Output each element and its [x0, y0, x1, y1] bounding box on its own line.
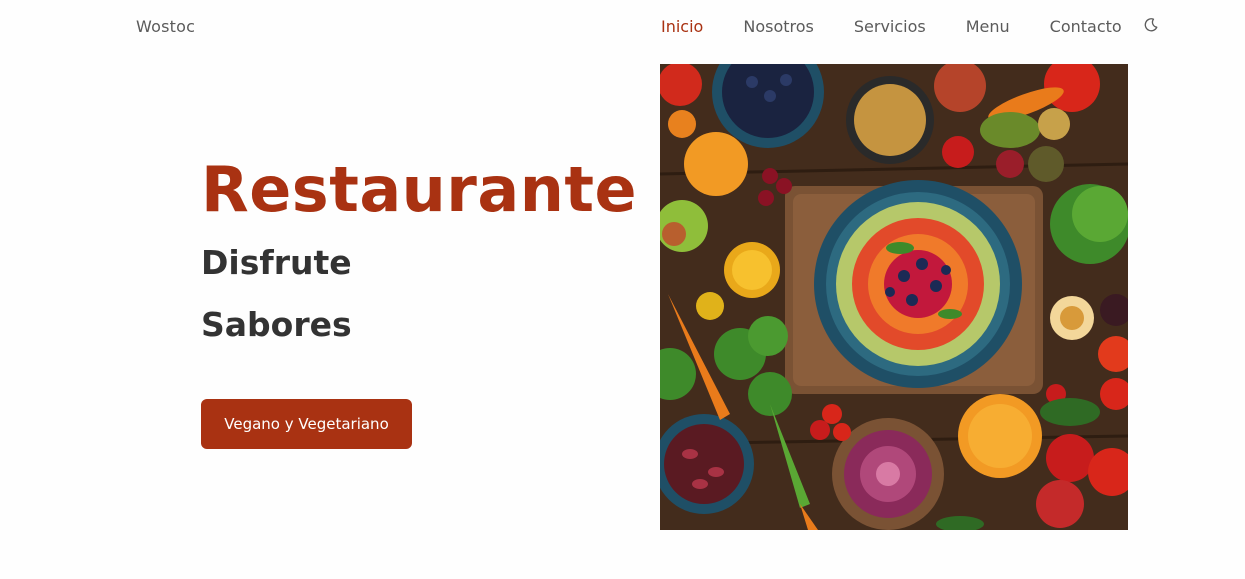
nav-item-menu[interactable]: Menu — [966, 17, 1010, 36]
nav-item-servicios[interactable]: Servicios — [854, 17, 926, 36]
hero-subtitle-line-2: Sabores — [201, 305, 352, 344]
hero-subtitle-line-1: Disfrute — [201, 243, 352, 282]
hero-title: Restaurante — [201, 153, 638, 226]
nav-item-contacto[interactable]: Contacto — [1050, 17, 1122, 36]
brand-link[interactable]: Wostoc — [136, 17, 195, 36]
hero-text: Restaurante Disfrute Sabores — [201, 150, 637, 354]
nav-item-inicio[interactable]: Inicio — [661, 17, 703, 36]
top-navbar: Wostoc Inicio Nosotros Servicios Menu Co… — [0, 0, 1245, 56]
food-platter-image — [660, 64, 1128, 530]
food-illustration — [660, 64, 1128, 530]
moon-icon[interactable] — [1143, 17, 1159, 33]
vegan-vegetarian-button[interactable]: Vegano y Vegetariano — [201, 399, 412, 449]
nav-item-nosotros[interactable]: Nosotros — [743, 17, 814, 36]
main-menu: Inicio Nosotros Servicios Menu Contacto — [661, 17, 1122, 36]
